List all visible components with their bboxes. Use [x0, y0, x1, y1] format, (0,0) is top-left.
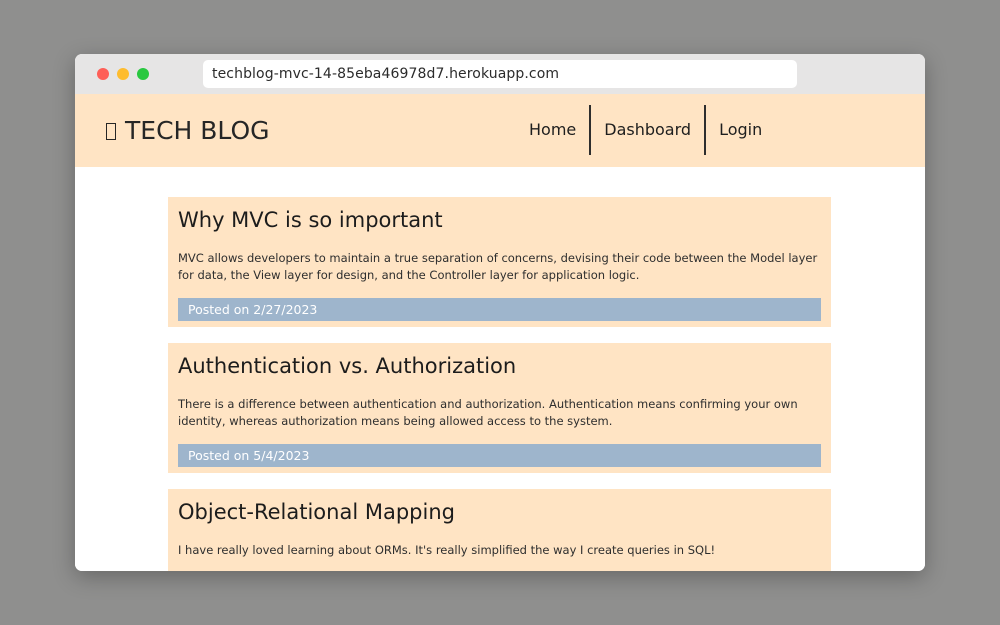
address-bar[interactable]: techblog-mvc-14-85eba46978d7.herokuapp.c… — [203, 60, 797, 88]
nav-link-login[interactable]: Login — [706, 105, 775, 155]
site-header: TECH BLOG Home Dashboard Login — [75, 94, 925, 167]
post-title[interactable]: Authentication vs. Authorization — [178, 343, 821, 379]
close-window-icon[interactable] — [97, 68, 109, 80]
post-card[interactable]: Object-Relational Mapping I have really … — [168, 489, 831, 571]
minimize-window-icon[interactable] — [117, 68, 129, 80]
post-title[interactable]: Why MVC is so important — [178, 197, 821, 233]
nav-link-dashboard[interactable]: Dashboard — [591, 105, 707, 155]
post-card[interactable]: Why MVC is so important MVC allows devel… — [168, 197, 831, 327]
nav-link-home[interactable]: Home — [515, 105, 592, 155]
page-viewport: TECH BLOG Home Dashboard Login Why MVC i… — [75, 94, 925, 571]
post-body: MVC allows developers to maintain a true… — [178, 251, 818, 282]
maximize-window-icon[interactable] — [137, 68, 149, 80]
site-title: TECH BLOG — [125, 116, 270, 145]
unknown-glyph-icon — [106, 123, 116, 140]
post-card[interactable]: Authentication vs. Authorization There i… — [168, 343, 831, 473]
main-nav: Home Dashboard Login — [515, 105, 775, 155]
post-date: Posted on 2/27/2023 — [178, 298, 821, 321]
post-date: Posted on 5/4/2023 — [178, 444, 821, 467]
post-title[interactable]: Object-Relational Mapping — [178, 489, 821, 525]
browser-window: techblog-mvc-14-85eba46978d7.herokuapp.c… — [75, 54, 925, 571]
post-body: There is a difference between authentica… — [178, 397, 798, 428]
post-body: I have really loved learning about ORMs.… — [178, 543, 716, 557]
site-logo[interactable]: TECH BLOG — [106, 94, 270, 167]
browser-titlebar: techblog-mvc-14-85eba46978d7.herokuapp.c… — [75, 54, 925, 94]
